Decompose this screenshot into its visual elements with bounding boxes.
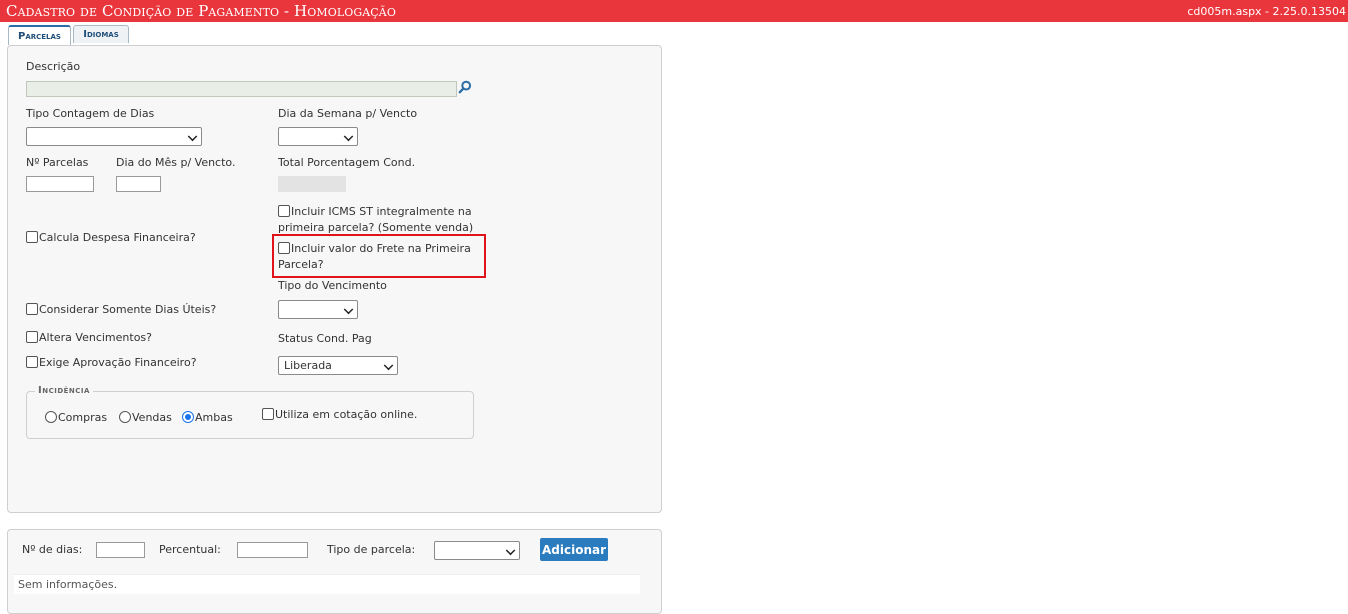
chevron-down-icon — [343, 131, 354, 142]
main-form-panel: Descrição Tipo Contagem de Dias Dia da S… — [7, 45, 662, 513]
percentual-input[interactable] — [237, 542, 308, 558]
adicionar-button[interactable]: Adicionar — [540, 538, 608, 561]
chevron-down-icon — [187, 131, 198, 142]
exige-aprovacao-option[interactable]: Exige Aprovação Financeiro? — [26, 356, 197, 369]
tab-parcelas[interactable]: Parcelas — [8, 25, 71, 45]
altera-vencimentos-checkbox[interactable] — [26, 331, 38, 343]
icms-st-checkbox[interactable] — [278, 205, 290, 217]
ambas-radio[interactable] — [182, 411, 194, 423]
tab-idiomas[interactable]: Idiomas — [73, 25, 129, 43]
radio-vendas[interactable]: Vendas — [119, 411, 172, 424]
tipo-vencimento-select[interactable] — [278, 300, 358, 319]
calcula-despesa-checkbox[interactable] — [26, 231, 38, 243]
percentual-label: Percentual: — [159, 543, 221, 556]
n-dias-label: Nº de dias: — [22, 543, 83, 556]
dia-semana-label: Dia da Semana p/ Vencto — [278, 107, 418, 120]
tipo-parcela-select[interactable] — [434, 541, 520, 560]
tipo-vencimento-label: Tipo do Vencimento — [278, 279, 387, 292]
n-parcelas-input[interactable] — [26, 176, 94, 192]
calcula-despesa-option[interactable]: Calcula Despesa Financeira? — [26, 231, 196, 244]
search-icon[interactable] — [458, 80, 472, 94]
title-bar: Cadastro de Condição de Pagamento - Homo… — [0, 0, 1348, 22]
empty-message: Sem informações. — [18, 578, 118, 591]
chevron-down-icon — [505, 545, 516, 556]
descricao-input[interactable] — [26, 81, 457, 97]
incidencia-group: Incidência Compras Vendas Ambas Utiliza … — [26, 385, 474, 439]
status-select[interactable]: Liberada — [278, 356, 398, 375]
tipo-parcela-label: Tipo de parcela: — [327, 543, 416, 556]
cotacao-online-checkbox[interactable] — [262, 408, 274, 420]
total-porcentagem-field — [278, 176, 346, 192]
status-label: Status Cond. Pag — [278, 332, 372, 345]
version-label: cd005m.aspx - 2.25.0.13504 — [1187, 5, 1346, 18]
dia-mes-input[interactable] — [116, 176, 161, 192]
dia-semana-select[interactable] — [278, 127, 358, 146]
tipo-contagem-select[interactable] — [26, 127, 202, 146]
radio-compras[interactable]: Compras — [45, 411, 107, 424]
chevron-down-icon — [383, 360, 394, 371]
dia-mes-label: Dia do Mês p/ Vencto. — [116, 156, 236, 169]
page-title: Cadastro de Condição de Pagamento - Homo… — [6, 2, 396, 20]
dias-uteis-option[interactable]: Considerar Somente Dias Úteis? — [26, 303, 216, 316]
chevron-down-icon — [343, 304, 354, 315]
incidencia-legend: Incidência — [35, 385, 93, 396]
highlight-frete — [272, 234, 486, 278]
compras-radio[interactable] — [45, 411, 57, 423]
exige-aprovacao-checkbox[interactable] — [26, 356, 38, 368]
tipo-contagem-label: Tipo Contagem de Dias — [26, 107, 155, 120]
dias-uteis-checkbox[interactable] — [26, 303, 38, 315]
vendas-radio[interactable] — [119, 411, 131, 423]
total-porcentagem-label: Total Porcentagem Cond. — [278, 156, 416, 169]
altera-vencimentos-option[interactable]: Altera Vencimentos? — [26, 331, 152, 344]
parcelas-list: Sem informações. — [14, 574, 640, 594]
cotacao-online-option[interactable]: Utiliza em cotação online. — [262, 408, 417, 421]
icms-st-label-cont: primeira parcela? (Somente venda) — [278, 221, 474, 234]
n-dias-input[interactable] — [96, 542, 145, 558]
descricao-label: Descrição — [26, 60, 81, 73]
icms-st-option[interactable]: Incluir ICMS ST integralmente na — [278, 205, 472, 218]
radio-ambas[interactable]: Ambas — [182, 411, 233, 424]
n-parcelas-label: Nº Parcelas — [26, 156, 89, 169]
parcelas-panel: Nº de dias: Percentual: Tipo de parcela:… — [7, 529, 662, 614]
